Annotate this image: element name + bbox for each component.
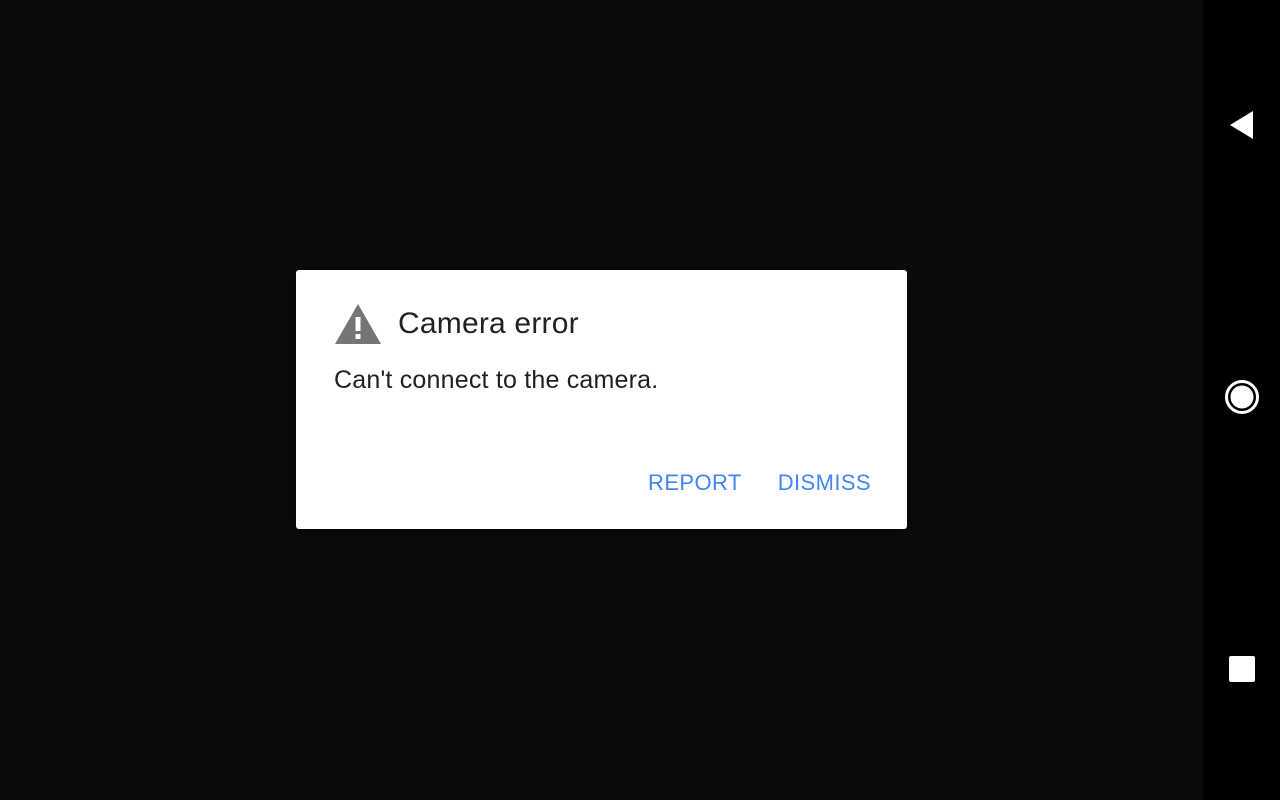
camera-error-dialog: Camera error Can't connect to the camera…	[296, 270, 907, 529]
dismiss-button[interactable]: DISMISS	[778, 470, 871, 496]
recents-square-icon	[1228, 655, 1256, 688]
back-triangle-icon	[1228, 110, 1256, 145]
recents-button[interactable]	[1203, 633, 1280, 710]
dialog-title-row: Camera error	[334, 302, 579, 346]
screen: Camera error Can't connect to the camera…	[0, 0, 1280, 800]
report-button[interactable]: REPORT	[648, 470, 742, 496]
home-button[interactable]	[1203, 361, 1280, 438]
dialog-message: Can't connect to the camera.	[334, 366, 659, 394]
home-circle-icon	[1224, 379, 1260, 420]
warning-icon	[334, 302, 382, 346]
dialog-title: Camera error	[398, 307, 579, 340]
navigation-bar	[1203, 0, 1280, 800]
back-button[interactable]	[1203, 89, 1280, 166]
dialog-actions: REPORT DISMISS	[648, 470, 871, 496]
